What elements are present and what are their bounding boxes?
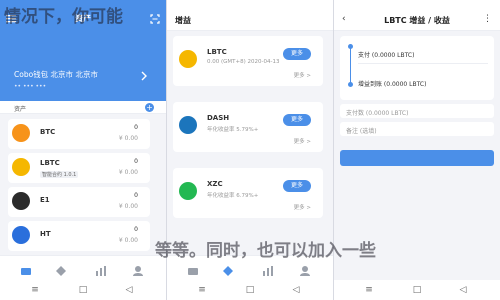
pay-amount-label: 支付数 (0.0000 LBTC)	[346, 110, 409, 117]
diamond-icon	[223, 266, 233, 276]
token-card-lbtc[interactable]: LBTC 0.00 (GMT+8) 2020-04-13 更多 更多 >	[173, 36, 323, 86]
token-card-xzc[interactable]: XZC 年化收益率 6.79%+ 更多 更多 >	[173, 168, 323, 218]
assets-screen: 资产 Cobo钱包 北京市 北京市 •• ••• ••• 资产 + BTC 0 …	[0, 0, 166, 300]
asset-amount: 0	[134, 158, 138, 165]
chart-icon	[96, 266, 106, 276]
app-header: ‹ LBTC 增益 / 收益 ⋮	[334, 9, 500, 31]
more-button[interactable]: 更多	[283, 48, 311, 60]
home-icon[interactable]: □	[78, 285, 88, 295]
asset-row-e1[interactable]: E1 0 ¥ 0.00	[8, 187, 150, 217]
asset-fiat: ¥ 0.00	[118, 203, 138, 210]
tab-bar	[0, 255, 166, 280]
asset-symbol: LBTC	[40, 159, 60, 167]
overlay-text-top: 情况下，你可能	[4, 7, 123, 27]
asset-row-btc[interactable]: BTC 0 ¥ 0.00	[8, 119, 150, 149]
token-card-dash[interactable]: DASH 年化收益率 5.79%+ 更多 更多 >	[173, 102, 323, 152]
menu-icon[interactable]: ≡	[30, 285, 40, 295]
tab-profile[interactable]	[132, 262, 144, 276]
system-nav-bar: ≡ □ ◁	[334, 280, 500, 300]
token-desc: 年化收益率 6.79%+	[207, 193, 259, 199]
page-title: LBTC 增益 / 收益	[384, 16, 450, 25]
asset-amount: 0	[134, 124, 138, 131]
chevron-right-icon[interactable]	[140, 71, 148, 81]
chart-icon	[263, 266, 273, 276]
back-icon[interactable]: ◁	[291, 285, 301, 295]
token-desc: 0.00 (GMT+8) 2020-04-13	[207, 59, 280, 65]
tab-market[interactable]	[55, 262, 67, 276]
page-title: 增益	[175, 16, 191, 25]
token-symbol: XZC	[207, 180, 223, 188]
back-icon[interactable]: ◁	[458, 285, 468, 295]
btc-icon	[12, 124, 30, 142]
asset-fiat: ¥ 0.00	[118, 237, 138, 244]
asset-badge: 智能合约 1.0.1	[40, 171, 79, 178]
back-icon[interactable]: ◁	[124, 285, 134, 295]
wallet-address: •• ••• •••	[14, 83, 47, 90]
note-label: 备注 (选填)	[346, 128, 377, 135]
more-link[interactable]: 更多 >	[294, 71, 311, 79]
status-bar	[334, 0, 500, 9]
app-header: 增益	[167, 9, 333, 31]
more-button[interactable]: 更多	[283, 114, 311, 126]
scan-icon[interactable]	[150, 14, 160, 24]
asset-row-lbtc[interactable]: LBTC 智能合约 1.0.1 0 ¥ 0.00	[8, 153, 150, 183]
token-desc: 年化收益率 5.79%+	[207, 127, 259, 133]
lbtc-icon	[179, 50, 197, 68]
asset-symbol: BTC	[40, 128, 56, 136]
dash-icon	[179, 116, 197, 134]
confirm-button[interactable]	[340, 150, 494, 166]
more-link[interactable]: 更多 >	[294, 203, 311, 211]
note-field[interactable]: 备注 (选填)	[340, 122, 494, 136]
flow-end-dot	[348, 82, 353, 87]
overlay-text-bottom: 等等。同时，也可以加入一些	[155, 241, 376, 261]
assets-bar: 资产 +	[0, 101, 166, 114]
tab-chart[interactable]	[95, 262, 107, 276]
wallet-card[interactable]: Cobo钱包 北京市 北京市 •• ••• •••	[0, 31, 166, 101]
tab-profile[interactable]	[299, 262, 311, 276]
divider	[358, 63, 488, 64]
user-icon	[300, 266, 310, 276]
asset-row-ht[interactable]: HT 0 ¥ 0.00	[8, 221, 150, 251]
xzc-icon	[179, 182, 197, 200]
diamond-icon	[56, 266, 66, 276]
more-link[interactable]: 更多 >	[294, 137, 311, 145]
asset-fiat: ¥ 0.00	[118, 169, 138, 176]
asset-fiat: ¥ 0.00	[118, 135, 138, 142]
token-symbol: DASH	[207, 114, 230, 122]
tab-market[interactable]	[222, 262, 234, 276]
deposit-form: 支付 (0.0000 LBTC) 增益到账 (0.0000 LBTC)	[340, 36, 494, 100]
tab-wallet[interactable]	[20, 262, 32, 275]
more-icon[interactable]: ⋮	[483, 14, 492, 24]
lbtc-icon	[12, 158, 30, 176]
system-nav-bar: ≡ □ ◁	[167, 280, 333, 300]
wallet-icon	[188, 268, 198, 275]
wallet-name: Cobo钱包 北京市 北京市	[14, 70, 98, 79]
tab-chart[interactable]	[262, 262, 274, 276]
status-bar	[167, 0, 333, 9]
home-icon[interactable]: □	[412, 285, 422, 295]
home-icon[interactable]: □	[245, 285, 255, 295]
menu-icon[interactable]: ≡	[364, 285, 374, 295]
e1-icon	[12, 192, 30, 210]
flow-line	[350, 46, 351, 84]
system-nav-bar: ≡ □ ◁	[0, 280, 166, 300]
ht-icon	[12, 226, 30, 244]
from-label: 支付 (0.0000 LBTC)	[358, 52, 415, 59]
tab-wallet[interactable]	[187, 262, 199, 275]
assets-bar-label: 资产	[14, 106, 27, 113]
wallet-icon	[21, 268, 31, 275]
more-button[interactable]: 更多	[283, 180, 311, 192]
add-asset-button[interactable]: +	[145, 103, 154, 112]
token-symbol: LBTC	[207, 48, 227, 56]
asset-symbol: HT	[40, 230, 51, 238]
pay-amount-field[interactable]: 支付数 (0.0000 LBTC)	[340, 104, 494, 118]
asset-amount: 0	[134, 226, 138, 233]
menu-icon[interactable]: ≡	[197, 285, 207, 295]
asset-symbol: E1	[40, 196, 50, 204]
to-label: 增益到账 (0.0000 LBTC)	[358, 81, 427, 88]
asset-amount: 0	[134, 192, 138, 199]
flow-start-dot	[348, 44, 353, 49]
user-icon	[133, 266, 143, 276]
